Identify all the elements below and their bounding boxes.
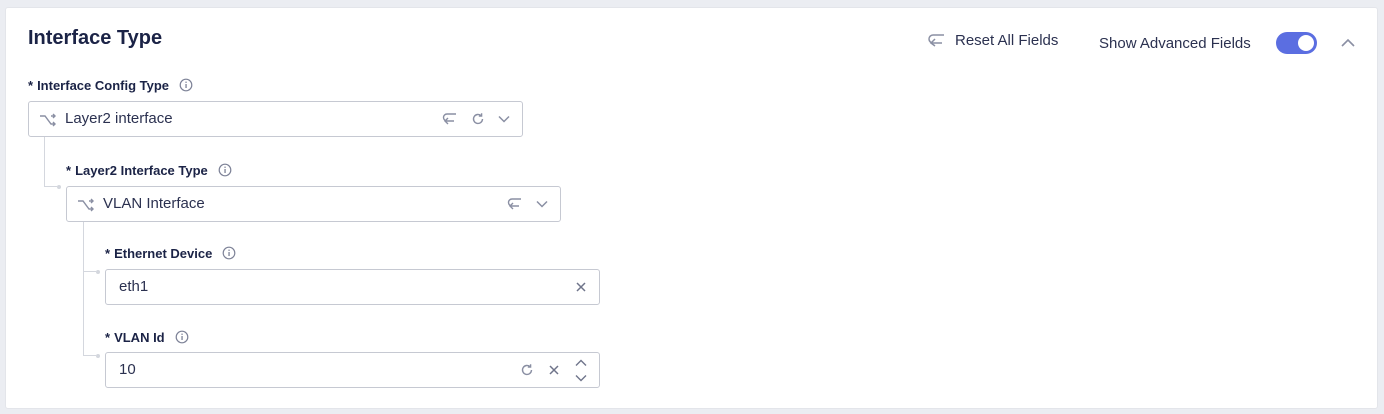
interface-config-type-value: Layer2 interface — [65, 110, 173, 127]
tree-connector — [83, 222, 84, 355]
undo-arrow-icon[interactable] — [442, 111, 458, 127]
vlan-id-value: 10 — [119, 361, 136, 378]
refresh-icon[interactable] — [519, 362, 535, 378]
chevron-down-icon[interactable] — [534, 196, 550, 212]
collapse-button[interactable] — [1337, 32, 1359, 54]
vlan-id-label: * VLAN Id — [105, 328, 189, 346]
required-mark: * — [66, 162, 72, 178]
show-advanced-label: Show Advanced Fields — [1099, 34, 1251, 52]
info-icon[interactable] — [222, 246, 236, 260]
required-mark: * — [28, 77, 34, 93]
reset-all-fields-label: Reset All Fields — [955, 31, 1059, 49]
vlan-id-input[interactable]: 10 — [105, 352, 600, 388]
interface-config-type-label-text: Interface Config Type — [37, 77, 170, 93]
tree-node-dot — [96, 354, 100, 358]
info-icon[interactable] — [218, 163, 232, 177]
toggle-knob — [1298, 35, 1314, 51]
chevron-up-icon — [575, 359, 587, 367]
split-arrows-icon — [39, 111, 57, 129]
info-icon[interactable] — [175, 330, 189, 344]
undo-arrow-icon[interactable] — [507, 196, 523, 212]
tree-connector — [44, 137, 45, 187]
tree-connector — [83, 355, 96, 356]
layer2-interface-type-label: * Layer2 Interface Type — [66, 161, 232, 179]
reset-all-fields-button[interactable]: Reset All Fields — [927, 30, 1058, 50]
ethernet-device-label: * Ethernet Device — [105, 244, 236, 262]
refresh-icon[interactable] — [470, 111, 486, 127]
tree-connector — [83, 271, 96, 272]
tree-connector — [44, 186, 57, 187]
layer2-interface-type-value: VLAN Interface — [103, 195, 205, 212]
chevron-up-icon — [1340, 38, 1356, 48]
stepper-down-button[interactable] — [573, 371, 589, 384]
tree-node-dot — [96, 270, 100, 274]
required-mark: * — [105, 245, 111, 261]
tree-node-dot — [57, 185, 61, 189]
layer2-interface-type-select[interactable]: VLAN Interface — [66, 186, 561, 222]
vlan-id-label-text: VLAN Id — [114, 329, 165, 345]
split-arrows-icon — [77, 196, 95, 214]
interface-config-type-select[interactable]: Layer2 interface — [28, 101, 523, 137]
chevron-down-icon — [575, 374, 587, 382]
ethernet-device-label-text: Ethernet Device — [114, 245, 213, 261]
interface-type-panel: Interface Type Reset All Fields Show Adv… — [5, 7, 1378, 409]
ethernet-device-value: eth1 — [119, 278, 149, 295]
stepper-up-button[interactable] — [573, 356, 589, 369]
layer2-interface-type-label-text: Layer2 Interface Type — [75, 162, 208, 178]
close-icon[interactable] — [546, 362, 562, 378]
chevron-down-icon[interactable] — [496, 111, 512, 127]
section-title: Interface Type — [28, 27, 163, 49]
info-icon[interactable] — [179, 78, 193, 92]
required-mark: * — [105, 329, 111, 345]
undo-arrow-icon — [927, 32, 947, 48]
ethernet-device-input[interactable]: eth1 — [105, 269, 600, 305]
interface-config-type-label: * Interface Config Type — [28, 76, 193, 94]
show-advanced-toggle[interactable] — [1276, 32, 1317, 54]
close-icon[interactable] — [573, 279, 589, 295]
